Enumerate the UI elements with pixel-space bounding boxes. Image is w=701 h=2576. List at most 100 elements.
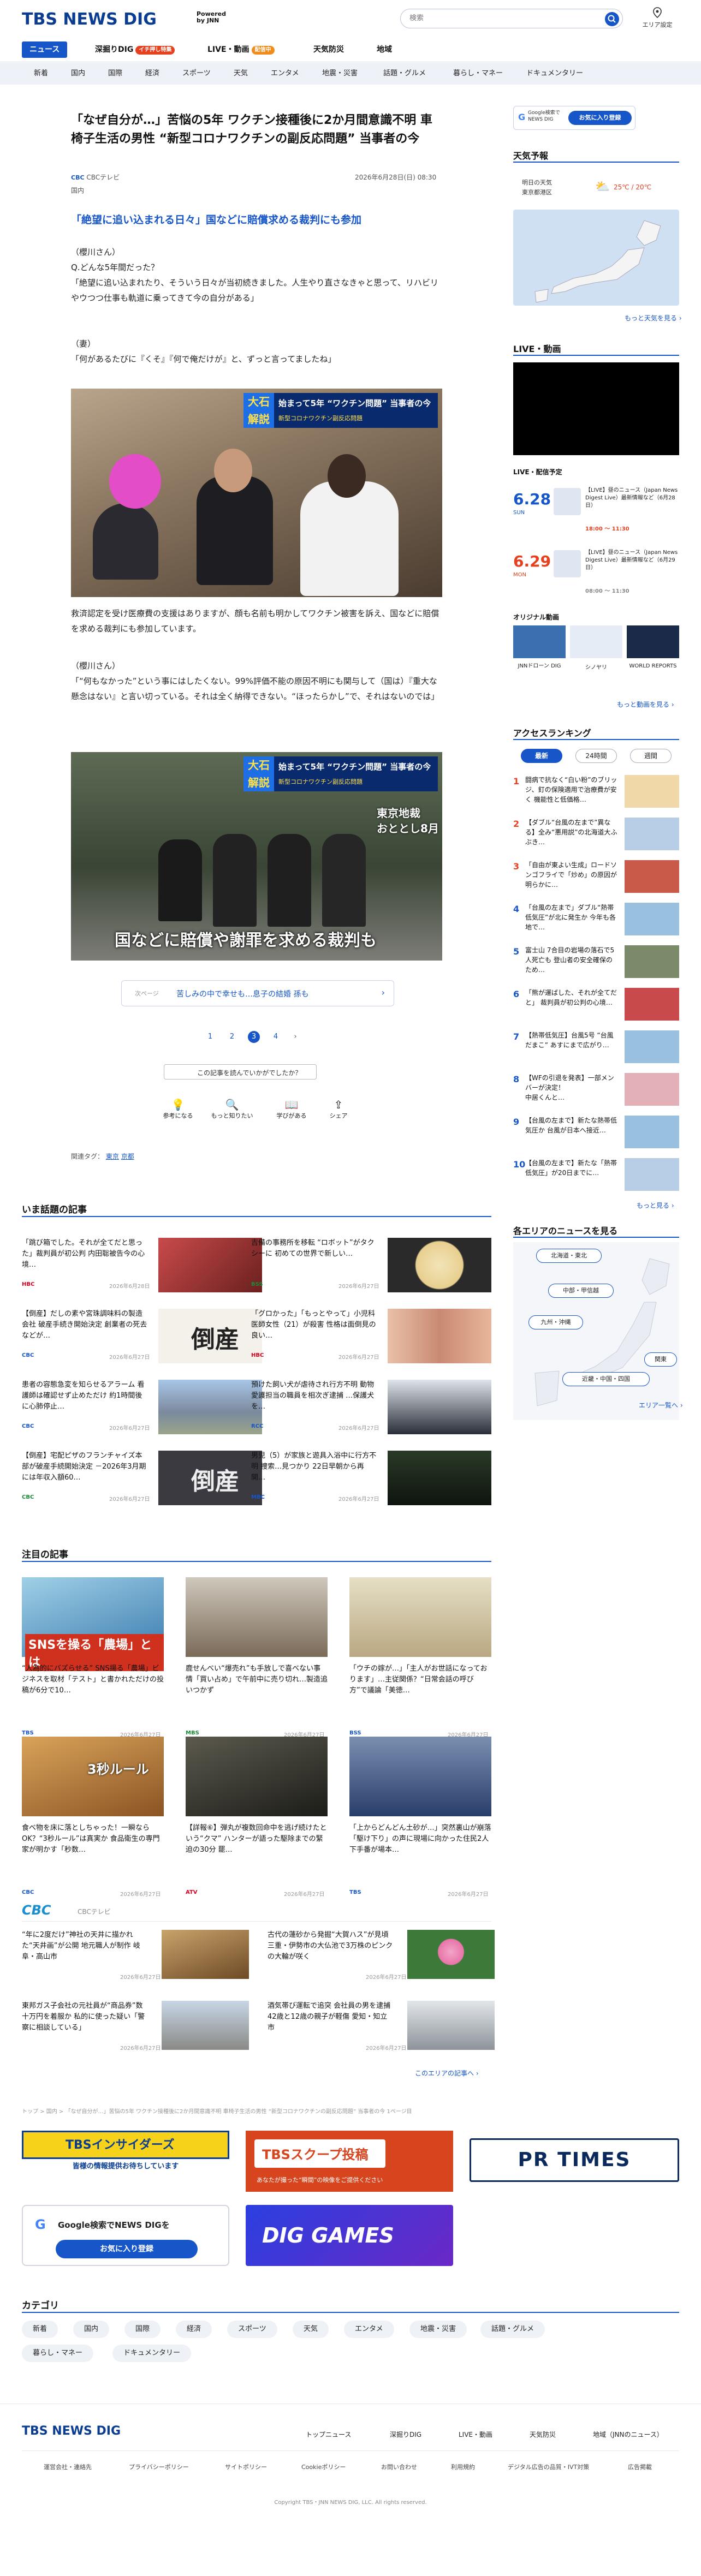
reaction-more-button[interactable]: 🔍 もっと知りたい bbox=[207, 1098, 257, 1120]
category-pill[interactable]: 国際 bbox=[124, 2321, 161, 2338]
footer-sublink[interactable]: デジタル広告の品質・IVT対策 bbox=[508, 2462, 589, 2471]
category-pill[interactable]: 暮らし・マネー bbox=[22, 2345, 94, 2362]
tab-region[interactable]: 地域 bbox=[369, 41, 400, 58]
article-category[interactable]: 国内 bbox=[71, 186, 84, 195]
tab-dig[interactable]: 深掘りDIG イチ押し特集 bbox=[87, 41, 182, 58]
footer-sublink[interactable]: お問い合わせ bbox=[381, 2462, 417, 2471]
category-link[interactable]: ドキュメンタリー bbox=[526, 63, 583, 85]
ranking-item[interactable]: 3 「自由が東よい生成」ロードソンゴフライで「炒め」の原因が明らかに… bbox=[513, 860, 679, 899]
scoop-banner[interactable]: TBSスクープ投稿 あなたが撮った“瞬間”の映像をご提供ください bbox=[246, 2131, 453, 2192]
favorite-register-button[interactable]: お気に入り登録 bbox=[56, 2240, 198, 2258]
ranking-item[interactable]: 2 【ダブル“台風の左まで”異なる】全み“悪用説”の北海道大ふぶき… bbox=[513, 818, 679, 857]
ranking-item[interactable]: 10 【台風の左まで】新たな「熱帯低気圧」が20日までに… bbox=[513, 1158, 679, 1197]
category-pill[interactable]: 天気 bbox=[293, 2321, 329, 2338]
ranking-item[interactable]: 8 【WFの引退を発表】一部メンバーが決定！ 中居くんと… bbox=[513, 1073, 679, 1112]
share-button[interactable]: ⇪ シェア bbox=[322, 1098, 355, 1120]
page-link[interactable]: 2 bbox=[226, 1031, 238, 1043]
weather-map[interactable] bbox=[513, 210, 679, 306]
ranking-tab-latest[interactable]: 最新 bbox=[521, 749, 562, 763]
ranking-item[interactable]: 4 「台風の左まで」ダブル“熱帯低気圧”が北に発生か 今年も各地で… bbox=[513, 903, 679, 942]
prtimes-banner[interactable]: PR TIMES bbox=[470, 2138, 679, 2182]
footer-sublink[interactable]: 運営会社・連絡先 bbox=[44, 2462, 92, 2471]
footer-link[interactable]: 天気防災 bbox=[530, 2430, 556, 2439]
category-pill[interactable]: 国内 bbox=[73, 2321, 110, 2338]
site-logo[interactable]: TBS NEWS DIG bbox=[22, 10, 157, 29]
next-page-link[interactable]: 次ページ 苦しみの中で幸せも…息子の結婚 孫も › bbox=[121, 980, 394, 1006]
live-schedule-item[interactable]: 6.29 MON 【LIVE】昼のニュース（Japan News Digest … bbox=[513, 548, 679, 603]
featured-card[interactable]: 鹿せんべい“爆売れ”も手放しで喜べない事情「買い占め」で午前中に売り切れ…製造追… bbox=[186, 1577, 328, 1741]
weather-more-link[interactable]: もっと天気を見る › bbox=[625, 313, 682, 323]
featured-card[interactable]: 3秒ルール 食べ物を床に落としちゃった！一瞬ならOK？“3秒ルール”は真実か 食… bbox=[22, 1737, 164, 1900]
area-button[interactable]: 近畿・中国・四国 bbox=[562, 1372, 650, 1386]
category-link[interactable]: 天気 bbox=[234, 63, 248, 85]
area-button[interactable]: 北海道・東北 bbox=[536, 1249, 602, 1263]
area-button[interactable]: 九州・沖縄 bbox=[528, 1315, 583, 1329]
featured-card[interactable]: 「ウチの嫁が…」「主人がお世話になっております」…主従関係？“日常会話の呼び方”… bbox=[349, 1577, 491, 1741]
category-pill[interactable]: 話題・グルメ bbox=[480, 2321, 545, 2338]
article-source[interactable]: CBC CBCテレビ bbox=[71, 172, 120, 182]
trending-item[interactable]: 預けた飼い犬が虐待され行方不明 動物愛護担当の職員を相次ぎ逮捕 …保護犬を… R… bbox=[251, 1380, 491, 1434]
tab-news[interactable]: ニュース bbox=[22, 41, 68, 58]
featured-card[interactable]: 【詳報⑥】弾丸が複数回命中を逃げ続けたという“クマ” ハンターが語った駆除までの… bbox=[186, 1737, 328, 1900]
area-list-link[interactable]: エリア一覧へ › bbox=[639, 1400, 683, 1410]
search-bar[interactable] bbox=[400, 9, 623, 28]
trending-item[interactable]: 【倒産】宅配ピザのフランチャイズ本部が破産手続開始決定 －2026年3月期には年… bbox=[22, 1451, 262, 1505]
category-link[interactable]: 話題・グルメ bbox=[383, 63, 426, 85]
page-link[interactable]: 4 bbox=[270, 1031, 282, 1043]
footer-link[interactable]: トップニュース bbox=[306, 2430, 351, 2439]
footer-sublink[interactable]: プライバシーポリシー bbox=[129, 2462, 189, 2471]
breadcrumb[interactable]: トップ > 国内 > 「なぜ自分が…」苦悩の5年 ワクチン接種後に2か月間意識不… bbox=[22, 2107, 491, 2115]
tag-link[interactable]: 東京 bbox=[106, 1153, 119, 1160]
original-video[interactable] bbox=[570, 625, 622, 658]
original-video[interactable] bbox=[513, 625, 566, 658]
dig-games-banner[interactable]: DIG GAMES bbox=[246, 2205, 453, 2266]
category-pill[interactable]: ドキュメンタリー bbox=[112, 2345, 192, 2362]
trending-item[interactable]: 男児（5）が家族と遊具入浴中に行方不明 捜索…見つかり 22日早朝から再開… M… bbox=[251, 1451, 491, 1505]
footer-sublink[interactable]: Cookieポリシー bbox=[301, 2462, 346, 2471]
footer-link[interactable]: 地域（JNNのニュース） bbox=[593, 2430, 663, 2439]
regional-item[interactable]: 古代の蓮砂から発掘“大賀ハス”が見頃 三重・伊勢市の大仏池で3万株のピンクの大輪… bbox=[268, 1930, 508, 1984]
google-favorite-widget[interactable]: G Google検索で NEWS DIG お気に入り登録 bbox=[513, 106, 635, 130]
regional-item[interactable]: 酒気帯び運転で追突 会社員の男を逮捕 42歳と12歳の親子が軽傷 愛知・知立市 … bbox=[268, 2001, 508, 2055]
ranking-more-link[interactable]: もっと見る › bbox=[637, 1201, 674, 1210]
live-more-link[interactable]: もっと動画を見る › bbox=[617, 700, 674, 709]
category-link[interactable]: 暮らし・マネー bbox=[453, 63, 503, 85]
regional-item[interactable]: 東邦ガス子会社の元社員が“商品券”数十万円を着服か 私的に使った疑い「警察に相談… bbox=[22, 2001, 262, 2055]
page-link-current[interactable]: 3 bbox=[248, 1031, 260, 1043]
footer-sublink[interactable]: 利用規約 bbox=[451, 2462, 475, 2471]
live-schedule-item[interactable]: 6.28 SUN 【LIVE】昼のニュース（Japan News Digest … bbox=[513, 486, 679, 540]
category-pill[interactable]: 地震・災害 bbox=[409, 2321, 467, 2338]
footer-link[interactable]: LIVE・動画 bbox=[459, 2430, 492, 2439]
live-video-player[interactable] bbox=[513, 362, 679, 455]
search-button[interactable] bbox=[605, 12, 619, 26]
category-link[interactable]: 経済 bbox=[145, 63, 159, 85]
ranking-tab-weekly[interactable]: 週間 bbox=[630, 749, 672, 763]
ranking-item[interactable]: 1 闘病で抗なく“白い粉”のブリッジ、釘の保険適用で治療費が安く 機能性と低価格… bbox=[513, 775, 679, 814]
trending-item[interactable]: 吉備の事務所を移転 “ロボット”がタクシーに 初めての世界で新しい… BSS 2… bbox=[251, 1238, 491, 1292]
footer-link[interactable]: 深掘りDIG bbox=[390, 2430, 421, 2439]
ranking-item[interactable]: 6 「熊が運ばした、それが全てだと」 裁判員が初公判の心境… bbox=[513, 988, 679, 1027]
favorite-register-button[interactable]: お気に入り登録 bbox=[568, 111, 632, 125]
next-page-arrow[interactable]: › bbox=[289, 1031, 301, 1043]
ranking-item[interactable]: 9 【台風の左まで】新たな熱帯低気圧か 台風が日本へ接近… bbox=[513, 1116, 679, 1155]
category-pill[interactable]: 経済 bbox=[176, 2321, 212, 2338]
footer-sublink[interactable]: サイトポリシー bbox=[225, 2462, 267, 2471]
search-input[interactable] bbox=[409, 14, 590, 22]
category-link[interactable]: 地震・災害 bbox=[322, 63, 358, 85]
area-settings-button[interactable]: エリア設定 bbox=[641, 7, 674, 29]
tab-live[interactable]: LIVE・動画 配信中 bbox=[200, 41, 282, 58]
category-link[interactable]: エンタメ bbox=[271, 63, 299, 85]
trending-item[interactable]: 「跳び箱でした。それが全てだと思った」裁判員が初公判 内田聡被告今の心境… HB… bbox=[22, 1238, 262, 1292]
cbc-more-link[interactable]: このエリアの記事へ › bbox=[415, 2068, 479, 2078]
category-pill[interactable]: スポーツ bbox=[227, 2321, 277, 2338]
ranking-item[interactable]: 5 富士山 7合目の岩場の落石で5人死亡も 登山者の安全確保のため… bbox=[513, 945, 679, 985]
reaction-helpful-button[interactable]: 💡 参考になる bbox=[161, 1098, 195, 1120]
category-link[interactable]: 新着 bbox=[34, 63, 48, 85]
original-video[interactable] bbox=[627, 625, 679, 658]
category-pill[interactable]: エンタメ bbox=[344, 2321, 394, 2338]
category-pill[interactable]: 新着 bbox=[22, 2321, 58, 2338]
reaction-learn-button[interactable]: 📖 学びがある bbox=[270, 1098, 313, 1120]
page-link[interactable]: 1 bbox=[204, 1031, 216, 1043]
featured-card[interactable]: SNSを操る「農場」とは “人為的にバズらせる” SNS揚る「農場」ビジネスを取… bbox=[22, 1577, 164, 1741]
featured-card[interactable]: 「上からどんどん土砂が…」突然裏山が崩落「駆け下り」の声に現場に向かった住民2人… bbox=[349, 1737, 491, 1900]
